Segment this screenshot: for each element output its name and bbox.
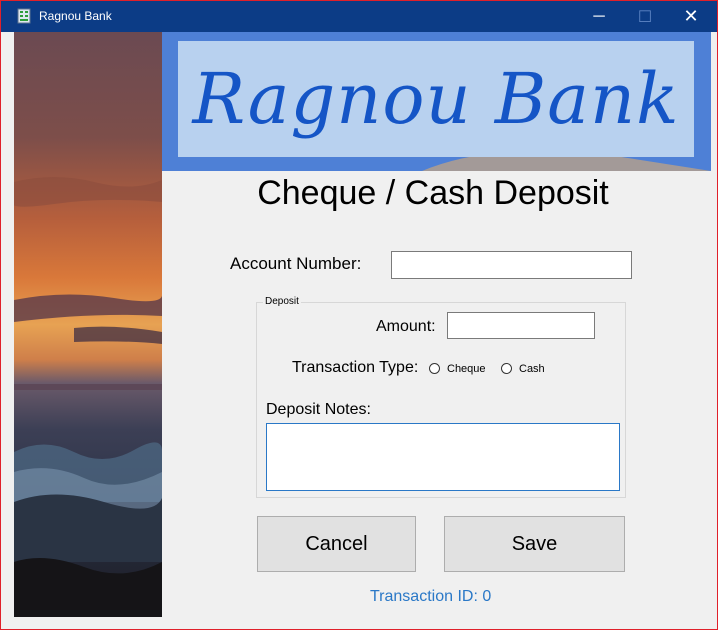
minimize-icon: ─ xyxy=(593,7,605,25)
bank-logo-text: Ragnou Bank xyxy=(192,58,680,140)
bank-app-icon xyxy=(17,8,31,24)
page-title: Cheque / Cash Deposit xyxy=(257,174,609,212)
account-number-label: Account Number: xyxy=(230,254,362,273)
deposit-notes-label: Deposit Notes: xyxy=(266,401,371,418)
sunset-seascape-image xyxy=(14,32,162,617)
close-icon: ✕ xyxy=(683,6,699,26)
cancel-button[interactable]: Cancel xyxy=(257,516,416,572)
account-number-input[interactable] xyxy=(391,251,632,279)
title-bar[interactable]: Ragnou Bank ─ ☐ ✕ xyxy=(1,1,717,32)
form-client-area: Ragnou Bank Cheque / Cash Deposit Accoun… xyxy=(10,32,711,623)
transaction-id: Transaction ID: 0 xyxy=(370,588,491,606)
banner-panel: Ragnou Bank xyxy=(178,41,694,157)
amount-label: Amount: xyxy=(376,318,436,335)
deposit-group-title: Deposit xyxy=(263,296,301,307)
transaction-id-label: Transaction ID: xyxy=(370,588,478,605)
cheque-radio[interactable] xyxy=(429,363,440,374)
cash-radio[interactable] xyxy=(501,363,512,374)
maximize-button[interactable]: ☐ xyxy=(622,1,668,32)
amount-input[interactable] xyxy=(447,312,595,339)
cash-radio-label[interactable]: Cash xyxy=(519,363,545,375)
deposit-notes-textarea[interactable] xyxy=(266,423,620,491)
banner: Ragnou Bank xyxy=(162,32,711,171)
transaction-type-label: Transaction Type: xyxy=(292,359,419,376)
maximize-icon: ☐ xyxy=(637,8,653,26)
transaction-id-value: 0 xyxy=(482,588,492,605)
app-window: Ragnou Bank ─ ☐ ✕ Ragnou Bank Cheque / C… xyxy=(0,0,718,630)
minimize-button[interactable]: ─ xyxy=(576,1,622,32)
save-button[interactable]: Save xyxy=(444,516,625,572)
window-title: Ragnou Bank xyxy=(39,9,112,23)
close-button[interactable]: ✕ xyxy=(668,1,714,32)
cheque-radio-label[interactable]: Cheque xyxy=(447,363,486,375)
